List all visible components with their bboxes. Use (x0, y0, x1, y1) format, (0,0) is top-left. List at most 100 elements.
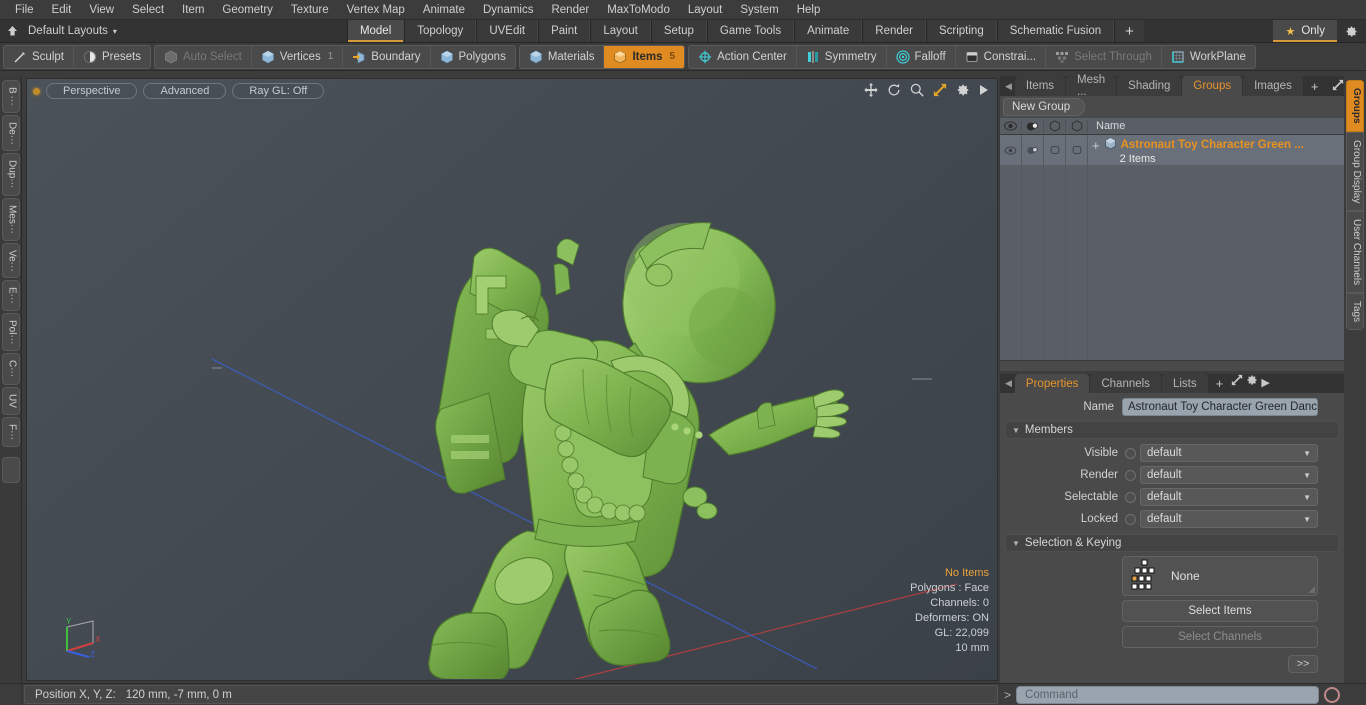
tab-setup[interactable]: Setup (650, 20, 707, 42)
tool-polygons[interactable]: Polygons (431, 46, 515, 68)
properties-menu-icon[interactable]: ▶ (1261, 377, 1269, 389)
tool-presets[interactable]: Presets (74, 46, 150, 68)
left-tab-duplicate[interactable]: Dup··· (1, 153, 20, 196)
tab-layout[interactable]: Layout (590, 20, 651, 42)
menu-item-dynamics[interactable]: Dynamics (474, 2, 542, 18)
tool-action-center[interactable]: Action Center (689, 45, 797, 68)
left-tab-fusion[interactable]: F··· (1, 416, 20, 447)
tool-boundary[interactable]: Boundary (343, 45, 431, 68)
locked-dropdown[interactable]: default ▼ (1140, 510, 1318, 528)
menu-item-maxtomodo[interactable]: MaxToModo (598, 2, 679, 18)
left-tab-edge[interactable]: E··· (1, 280, 20, 312)
right-tab-group-display[interactable]: Group Display (1346, 131, 1364, 211)
name-input[interactable]: Astronaut Toy Character Green Danci (1122, 398, 1318, 416)
right-tab-groups[interactable]: Groups (1346, 80, 1364, 132)
tab-model[interactable]: Model (346, 20, 405, 42)
row-visibility-toggle[interactable] (1000, 135, 1022, 165)
tool-select-through[interactable]: Select Through (1046, 45, 1162, 68)
tab-mesh[interactable]: Mesh ... (1066, 74, 1117, 98)
menu-item-layout[interactable]: Layout (679, 2, 732, 18)
tool-materials[interactable]: Materials (520, 45, 605, 68)
gear-icon[interactable] (1246, 375, 1261, 389)
tool-items[interactable]: Items 5 (604, 45, 685, 68)
select-items-button[interactable]: Select Items (1122, 600, 1318, 622)
expand-icon[interactable] (1231, 374, 1246, 389)
tab-groups[interactable]: Groups (1182, 76, 1243, 96)
record-icon[interactable] (1324, 686, 1340, 703)
tab-lists[interactable]: Lists (1161, 374, 1208, 393)
position-readout[interactable]: Position X, Y, Z: 120 mm, -7 mm, 0 m (24, 685, 998, 704)
menu-item-select[interactable]: Select (123, 2, 173, 18)
tool-falloff[interactable]: Falloff (887, 45, 956, 68)
viewport-mode-button[interactable]: Perspective (46, 83, 138, 99)
resize-handle[interactable] (1308, 586, 1315, 593)
left-tab-basic[interactable]: B ··· (1, 80, 20, 113)
expand-toggle-icon[interactable]: + (1092, 137, 1100, 152)
row-content[interactable]: + Astronaut Toy Character Green ... 2 It… (1088, 135, 1344, 165)
menu-item-geometry[interactable]: Geometry (213, 2, 282, 18)
group-list-body[interactable]: + Astronaut Toy Character Green ... 2 It… (1000, 135, 1344, 360)
play-icon[interactable] (979, 84, 989, 96)
menu-item-system[interactable]: System (731, 2, 787, 18)
add-properties-tab-button[interactable]: + (1209, 374, 1231, 393)
left-tab-extra[interactable] (1, 456, 20, 483)
locked-override-toggle[interactable] (1125, 513, 1136, 525)
zoom-icon[interactable] (910, 83, 924, 97)
row-selectable-toggle[interactable] (1044, 135, 1066, 165)
expand-icon[interactable] (1332, 79, 1344, 94)
left-tab-deform[interactable]: De··· (1, 114, 20, 152)
gear-icon[interactable] (956, 83, 970, 97)
left-tab-mesh[interactable]: Mes··· (1, 197, 20, 241)
col-visibility-icon[interactable] (1000, 121, 1022, 131)
move-icon[interactable] (864, 83, 878, 97)
tab-items[interactable]: Items (1014, 76, 1066, 96)
row-render-toggle[interactable] (1022, 135, 1044, 165)
col-locked-icon[interactable] (1066, 120, 1088, 132)
axis-gizmo[interactable]: Y X Z (63, 615, 109, 662)
tab-animate[interactable]: Animate (794, 20, 863, 42)
left-tab-curve[interactable]: C··· (1, 353, 20, 385)
add-panel-tab-button[interactable]: + (1304, 76, 1326, 96)
tab-game-tools[interactable]: Game Tools (706, 20, 795, 42)
render-override-toggle[interactable] (1125, 469, 1136, 481)
tab-properties[interactable]: Properties (1014, 374, 1090, 393)
left-tab-uv[interactable]: UV (1, 386, 20, 415)
col-render-icon[interactable] (1022, 120, 1044, 132)
menu-item-file[interactable]: File (6, 2, 43, 18)
tab-topology[interactable]: Topology (404, 20, 477, 42)
viewport-raygl-button[interactable]: Ray GL: Off (232, 83, 325, 99)
left-tab-vertex[interactable]: Ve··· (1, 242, 20, 279)
selection-keying-section-header[interactable]: ▼ Selection & Keying (1005, 534, 1339, 552)
layout-preset-selector[interactable]: Default Layouts ▾ (24, 20, 127, 42)
properties-collapse-icon[interactable]: ◀ (1002, 374, 1015, 393)
tool-auto-select[interactable]: Auto Select (155, 45, 252, 68)
menu-item-animate[interactable]: Animate (414, 2, 474, 18)
home-icon[interactable] (0, 20, 24, 42)
command-input[interactable]: Command (1016, 685, 1319, 704)
menu-item-texture[interactable]: Texture (282, 2, 338, 18)
fit-icon[interactable] (933, 83, 947, 97)
panel-collapse-icon[interactable]: ◀ (1002, 76, 1015, 96)
right-tab-user-channels[interactable]: User Channels (1346, 210, 1364, 294)
only-toggle-button[interactable]: ★ Only (1273, 20, 1337, 42)
tab-paint[interactable]: Paint (538, 20, 591, 42)
tool-vertices[interactable]: Vertices 1 (252, 45, 344, 68)
tab-uvedit[interactable]: UVEdit (476, 20, 539, 42)
table-row[interactable]: + Astronaut Toy Character Green ... 2 It… (1000, 135, 1344, 165)
new-group-button[interactable]: New Group (1003, 98, 1086, 116)
menu-item-help[interactable]: Help (788, 2, 830, 18)
visible-dropdown[interactable]: default ▼ (1140, 444, 1318, 462)
tool-workplane[interactable]: WorkPlane (1162, 46, 1255, 68)
row-lock-toggle[interactable] (1066, 135, 1088, 165)
tab-scripting[interactable]: Scripting (925, 20, 997, 42)
gear-icon[interactable] (1337, 20, 1366, 42)
members-section-header[interactable]: ▼ Members (1005, 421, 1339, 439)
tab-shading[interactable]: Shading (1117, 76, 1182, 96)
more-options-button[interactable]: >> (1288, 655, 1318, 673)
menu-item-vertex-map[interactable]: Vertex Map (338, 2, 414, 18)
render-dropdown[interactable]: default ▼ (1140, 466, 1318, 484)
tab-channels[interactable]: Channels (1090, 374, 1161, 393)
menu-item-item[interactable]: Item (173, 2, 213, 18)
selection-set-box[interactable]: None (1122, 556, 1318, 596)
left-tab-polygon[interactable]: Pol··· (1, 313, 20, 352)
